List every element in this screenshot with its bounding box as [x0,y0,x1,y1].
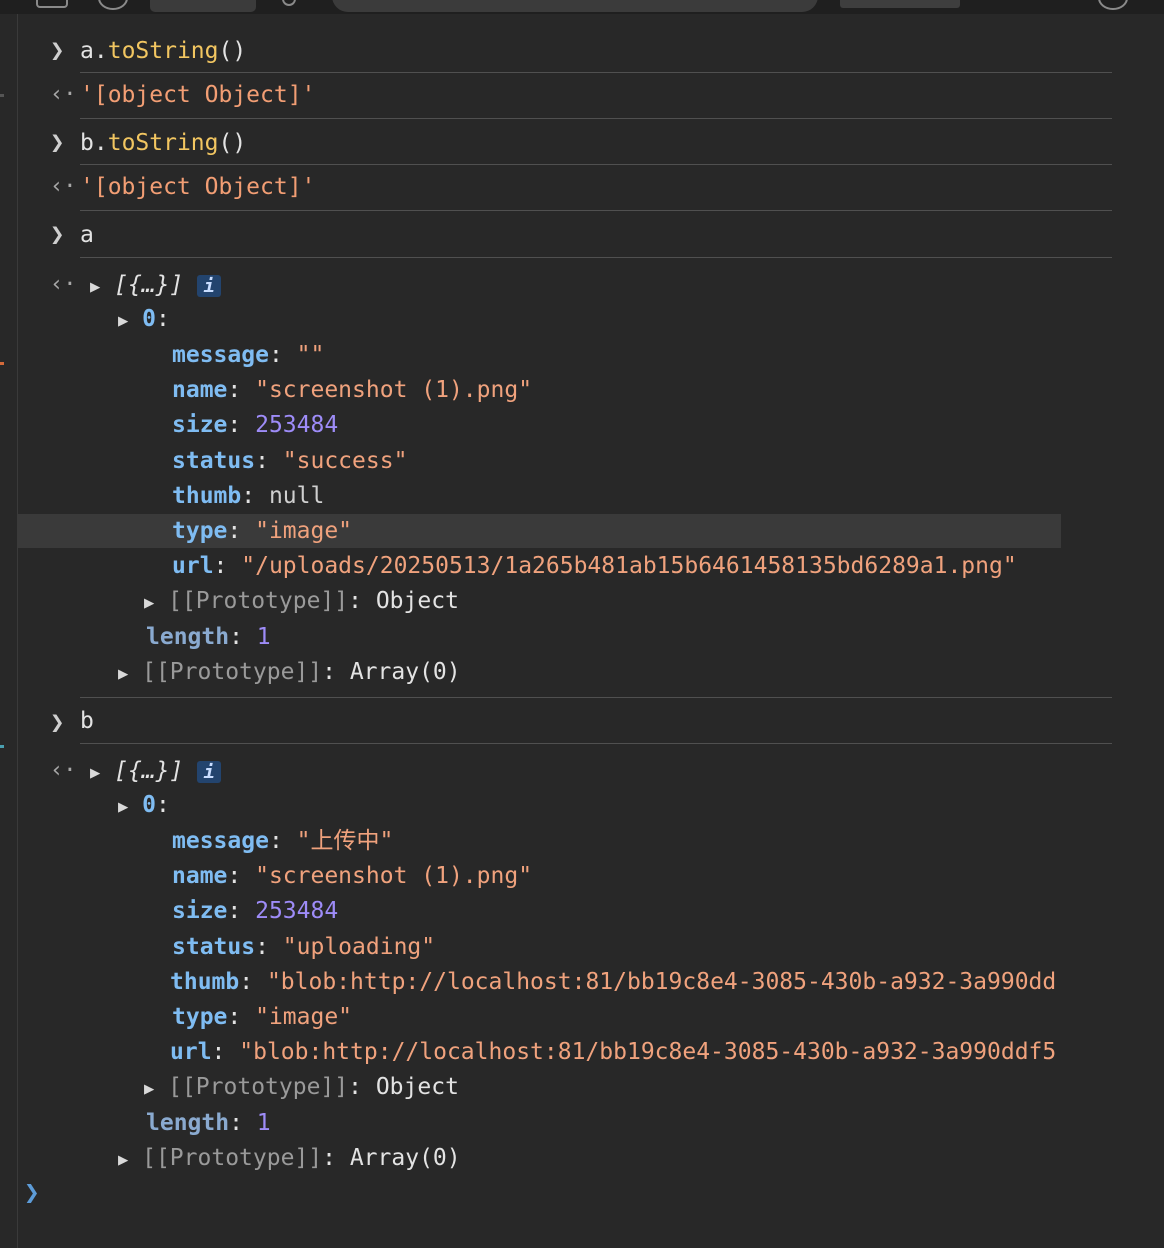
length-row[interactable]: length: 1 [146,622,271,652]
input-prompt-icon: ❯ [50,220,65,248]
console-input[interactable]: a [80,220,94,250]
gutter-marker [0,362,4,365]
tree-node-0[interactable]: ▶ 0: [118,304,170,334]
console-result[interactable]: '[object Object]' [80,172,315,202]
length-row[interactable]: length: 1 [146,1108,271,1138]
property-row[interactable]: url: "blob:http://localhost:81/bb19c8e4-… [170,1037,1102,1067]
expand-triangle-icon[interactable]: ▶ [144,588,154,618]
result-arrow-icon: ‹· [50,272,77,297]
separator [80,118,1112,119]
property-row[interactable]: thumb: "blob:http://localhost:81/bb19c8e… [170,967,1102,997]
input-prompt-icon: ❯ [50,128,65,156]
array-summary[interactable]: ▶ [{…}] i [90,270,222,302]
info-icon[interactable]: i [197,274,222,297]
expand-triangle-icon[interactable]: ▶ [144,1074,154,1104]
sidebar-toggle-icon[interactable] [36,0,68,8]
devtools-toolbar [0,0,1164,14]
expand-triangle-icon[interactable]: ▶ [90,758,100,788]
property-row[interactable]: type: "image" [172,516,352,546]
property-row[interactable]: size: 253484 [172,896,338,926]
live-expression-eye-icon[interactable] [282,0,296,6]
result-arrow-icon: ‹· [50,82,77,107]
separator [80,164,1112,165]
gutter-marker [0,745,4,748]
panel-divider [17,14,18,1248]
expand-triangle-icon[interactable]: ▶ [118,792,128,822]
context-selector[interactable] [150,0,256,12]
separator [80,743,1112,744]
result-arrow-icon: ‹· [50,758,77,783]
console-input[interactable]: a.toString() [80,36,246,66]
console-input[interactable]: b.toString() [80,128,246,158]
property-row[interactable]: status: "uploading" [172,932,435,962]
property-row[interactable]: name: "screenshot (1).png" [172,861,532,891]
expand-triangle-icon[interactable]: ▶ [118,306,128,336]
property-row[interactable]: thumb: null [172,481,324,511]
separator [80,697,1112,698]
property-row[interactable]: size: 253484 [172,410,338,440]
expand-triangle-icon[interactable]: ▶ [118,1145,128,1175]
property-row[interactable]: status: "success" [172,446,407,476]
prototype-row[interactable]: ▶ [[Prototype]]: Object [144,1072,459,1102]
info-icon[interactable]: i [197,760,222,783]
property-row[interactable]: type: "image" [172,1002,352,1032]
input-prompt-icon: ❯ [50,36,65,64]
expand-triangle-icon[interactable]: ▶ [90,272,100,302]
array-summary[interactable]: ▶ [{…}] i [90,756,222,788]
console-input-prompt[interactable]: ❯ [24,1178,40,1208]
clear-console-icon[interactable] [98,0,128,10]
separator [80,257,1112,258]
prototype-row[interactable]: ▶ [[Prototype]]: Array(0) [118,657,461,687]
prototype-row[interactable]: ▶ [[Prototype]]: Object [144,586,459,616]
tree-node-0[interactable]: ▶ 0: [118,790,170,820]
separator [80,72,1112,73]
prototype-row[interactable]: ▶ [[Prototype]]: Array(0) [118,1143,461,1173]
result-arrow-icon: ‹· [50,174,77,199]
input-prompt-icon: ❯ [50,708,65,736]
property-row[interactable]: message: "" [172,340,324,370]
console-result[interactable]: '[object Object]' [80,80,315,110]
gutter-marker [0,94,4,97]
settings-gear-icon[interactable] [1098,0,1128,10]
log-levels-dropdown[interactable] [840,0,960,8]
property-row[interactable]: message: "上传中" [172,826,393,856]
separator [80,210,1112,211]
console-input[interactable]: b [80,706,94,736]
filter-input[interactable] [332,0,818,12]
property-row[interactable]: name: "screenshot (1).png" [172,375,532,405]
property-row[interactable]: url: "/uploads/20250513/1a265b481ab15b64… [172,551,1017,581]
expand-triangle-icon[interactable]: ▶ [118,659,128,689]
